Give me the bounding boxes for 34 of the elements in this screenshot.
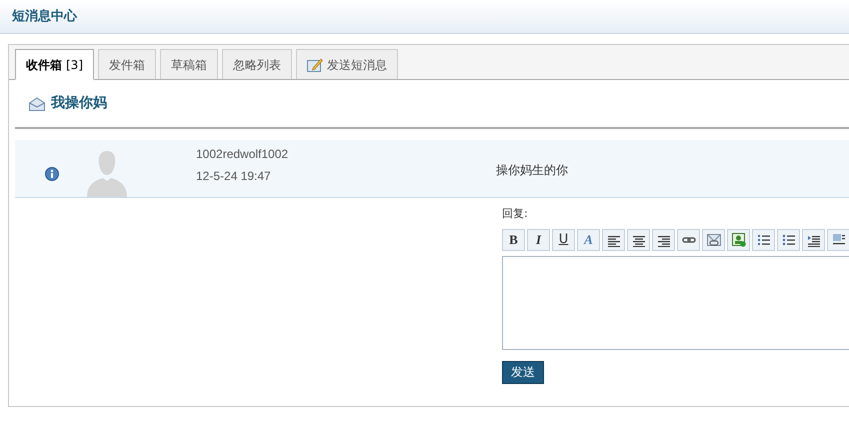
image-icon <box>732 232 746 246</box>
toolbar-button[interactable]: U <box>552 228 575 250</box>
toolbar-button[interactable] <box>752 228 775 250</box>
toolbar-button[interactable]: A <box>577 228 600 250</box>
tab[interactable]: 发送短消息 <box>296 49 398 79</box>
sender-name: 1002redwolf1002 <box>196 146 290 162</box>
toolbar-button[interactable] <box>652 228 675 250</box>
toolbar-button[interactable] <box>802 228 825 250</box>
toolbar-button[interactable] <box>677 228 700 250</box>
thread-subject: 我操你妈 <box>51 94 107 113</box>
toolbar-button[interactable]: B <box>502 228 525 250</box>
notepad-pencil-icon <box>307 58 323 72</box>
tab[interactable]: 收件箱 [3] <box>15 49 94 80</box>
unlink-icon <box>706 232 720 246</box>
toolbar-button[interactable] <box>827 228 849 250</box>
toolbar-button[interactable] <box>702 228 725 250</box>
page-title: 短消息中心 <box>12 8 77 26</box>
toolbar-button[interactable] <box>602 228 625 250</box>
message-time: 12-5-24 19:47 <box>196 168 272 184</box>
tab[interactable]: 忽略列表 <box>222 49 292 79</box>
bullet-list-icon <box>782 232 796 246</box>
reply-label: 回复: <box>502 206 529 222</box>
toolbar-button[interactable] <box>627 228 650 250</box>
envelope-icon <box>29 96 45 110</box>
reply-field[interactable] <box>502 256 849 350</box>
toolbar-button[interactable] <box>777 228 800 250</box>
picture-block-icon <box>832 232 846 246</box>
toolbar-button[interactable]: I <box>527 228 550 250</box>
tab[interactable]: 发件箱 <box>98 49 156 79</box>
send-button[interactable]: 发送 <box>502 360 544 384</box>
numbered-list-icon <box>756 232 770 246</box>
tab[interactable]: 草稿箱 <box>160 49 218 79</box>
info-icon <box>45 166 59 180</box>
message-text: 操你妈生的你 <box>496 162 568 178</box>
